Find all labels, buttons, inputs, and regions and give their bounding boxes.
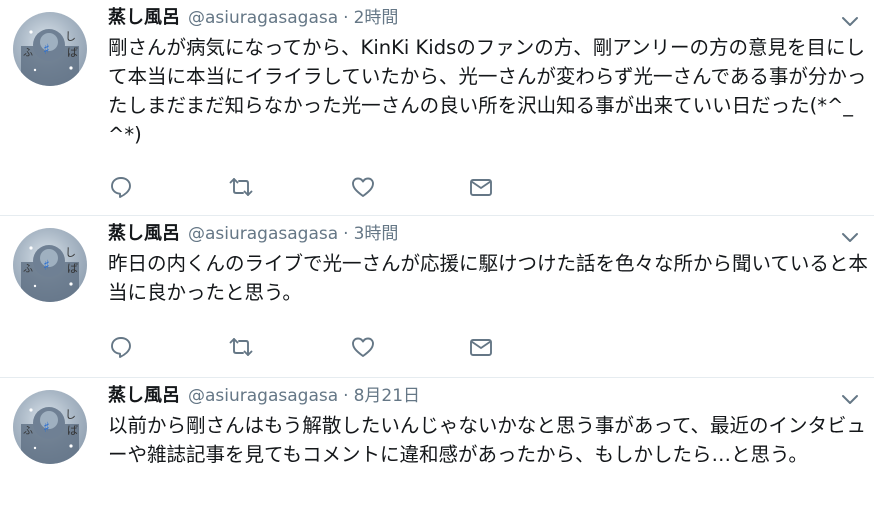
display-name[interactable]: 蒸し風呂 bbox=[108, 219, 180, 245]
user-handle[interactable]: @asiuragasagasa bbox=[188, 386, 338, 406]
svg-text:♯: ♯ bbox=[43, 42, 50, 58]
chevron-down-icon[interactable] bbox=[840, 392, 860, 406]
avatar[interactable]: ♯ し ば ふ bbox=[13, 390, 87, 464]
separator: · bbox=[343, 8, 349, 28]
tweet[interactable]: ♯ し ば ふ 蒸し風呂 @asiuragasagasa · 3時間 昨日の内く… bbox=[0, 216, 874, 378]
svg-text:♯: ♯ bbox=[43, 258, 50, 274]
user-handle[interactable]: @asiuragasagasa bbox=[188, 224, 338, 244]
svg-text:ば: ば bbox=[67, 46, 78, 59]
tweet[interactable]: ♯ し ば ふ 蒸し風呂 @asiuragasagasa · 2時間 剛さんが病… bbox=[0, 0, 874, 216]
tweet-text: 昨日の内くんのライブで光一さんが応援に駆けつけた話を色々な所から聞いていると本当… bbox=[108, 252, 868, 304]
svg-text:し: し bbox=[65, 30, 76, 43]
display-name[interactable]: 蒸し風呂 bbox=[108, 3, 180, 29]
heart-icon[interactable] bbox=[350, 174, 376, 200]
reply-icon[interactable] bbox=[108, 334, 134, 360]
timestamp[interactable]: 2時間 bbox=[354, 3, 399, 28]
tweet-text: 剛さんが病気になってから、KinKi Kidsのファンの方、剛アンリーの方の意見… bbox=[108, 36, 867, 146]
svg-text:♯: ♯ bbox=[43, 420, 50, 436]
svg-text:し: し bbox=[65, 246, 76, 259]
timestamp[interactable]: 3時間 bbox=[354, 219, 399, 244]
timeline-feed: ♯ し ば ふ 蒸し風呂 @asiuragasagasa · 2時間 剛さんが病… bbox=[0, 0, 874, 520]
heart-icon[interactable] bbox=[350, 334, 376, 360]
tweet-header: 蒸し風呂 @asiuragasagasa · 3時間 bbox=[108, 219, 398, 249]
separator: · bbox=[343, 386, 349, 406]
chevron-down-icon[interactable] bbox=[840, 230, 860, 244]
reply-icon[interactable] bbox=[108, 174, 134, 200]
mail-icon[interactable] bbox=[468, 174, 494, 200]
mail-icon[interactable] bbox=[468, 334, 494, 360]
avatar[interactable]: ♯ し ば ふ bbox=[13, 228, 87, 302]
user-handle[interactable]: @asiuragasagasa bbox=[188, 8, 338, 28]
tweet-actions bbox=[108, 334, 508, 360]
tweet[interactable]: ♯ し ば ふ 蒸し風呂 @asiuragasagasa · 8月21日 以前か… bbox=[0, 378, 874, 520]
svg-text:ふ: ふ bbox=[23, 47, 33, 59]
svg-text:し: し bbox=[65, 408, 76, 421]
tweet-header: 蒸し風呂 @asiuragasagasa · 8月21日 bbox=[108, 381, 420, 411]
tweet-text: 以前から剛さんはもう解散したいんじゃないかなと思う事があって、最近のインタビュー… bbox=[108, 414, 866, 466]
separator: · bbox=[343, 224, 349, 244]
tweet-header: 蒸し風呂 @asiuragasagasa · 2時間 bbox=[108, 3, 398, 33]
chevron-down-icon[interactable] bbox=[840, 14, 860, 28]
svg-text:ば: ば bbox=[67, 262, 78, 275]
retweet-icon[interactable] bbox=[228, 334, 254, 360]
svg-text:ふ: ふ bbox=[23, 425, 33, 437]
timestamp[interactable]: 8月21日 bbox=[354, 381, 420, 406]
svg-text:ば: ば bbox=[67, 424, 78, 437]
display-name[interactable]: 蒸し風呂 bbox=[108, 381, 180, 407]
avatar[interactable]: ♯ し ば ふ bbox=[13, 12, 87, 86]
svg-text:ふ: ふ bbox=[23, 263, 33, 275]
retweet-icon[interactable] bbox=[228, 174, 254, 200]
tweet-actions bbox=[108, 174, 508, 200]
